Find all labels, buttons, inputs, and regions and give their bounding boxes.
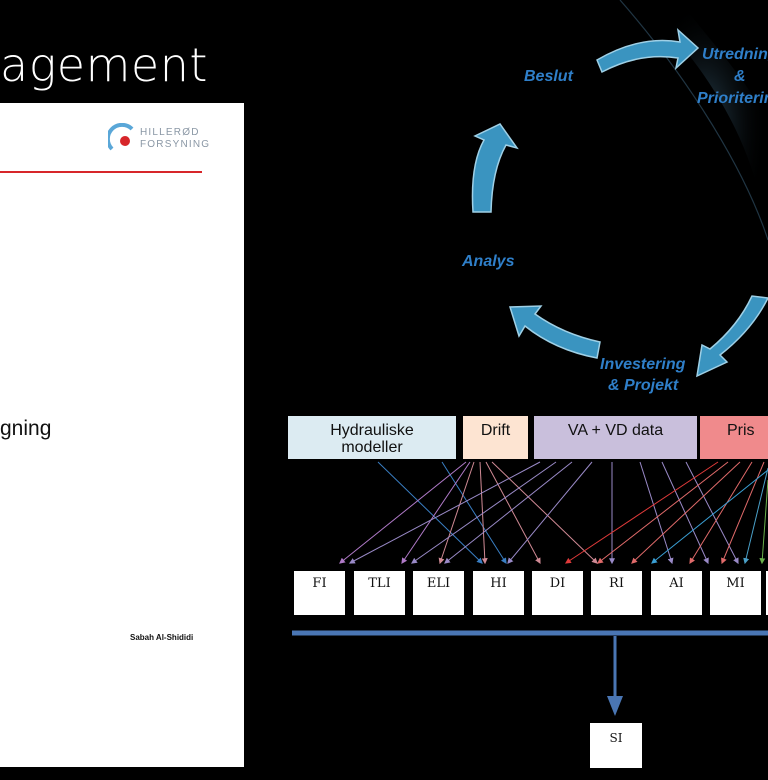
cycle-label-prioritering: Prioritering [697,90,768,107]
source-label: VA + VD data [567,422,664,439]
cycle-label-utredning: Utredning [702,46,768,63]
connector-arrow [759,479,768,565]
source-box-va-vd-data: VA + VD data [534,416,697,459]
connector-arrow [661,461,709,565]
indicator-box-ai: AI [651,571,702,615]
indicator-box-fi: FI [294,571,345,615]
connector-arrow [685,461,739,565]
connector-arrow [444,461,573,564]
indicator-box-eli: ELI [413,571,464,615]
indicator-box-di: DI [532,571,583,615]
connector-arrow [507,461,593,564]
cycle-label-beslut: Beslut [524,68,573,85]
indicator-box-tli: TLI [354,571,405,615]
connector-arrow [597,461,729,564]
cycle-arrow-left-up [471,123,519,213]
source-box-drift: Drift [463,416,528,459]
indicator-box-hi: HI [473,571,524,615]
indicator-box-mi: MI [710,571,761,615]
connector-arrow [631,461,741,564]
connector-arrow [401,461,471,564]
cycle-label-projekt: & Projekt [608,377,679,394]
connector-lines [339,461,768,565]
connector-arrow [651,469,768,564]
indicator-box-ri: RI [591,571,642,615]
source-box-pris: Pris [700,416,768,459]
source-label: Drift [480,422,511,439]
connector-arrow [441,461,507,565]
connector-arrow [639,461,674,565]
cycle-label-ampersand: & [734,68,746,85]
bus-to-si-arrowhead [607,696,623,716]
source-box-hydrauliske-modeller: Hydrauliske modeller [288,416,456,459]
cycle-label-investering: Investering [600,356,686,373]
connector-arrow [743,467,768,565]
source-label-line-1: Hydrauliske [330,422,414,439]
connector-arrow [485,461,541,565]
cycle-arrow-top [596,28,700,74]
background-sweep [640,0,768,250]
cycle-arrow-bottom-left [508,305,601,359]
summary-index-box: SI [590,723,642,768]
connector-arrow [377,461,483,564]
connector-arrow [339,461,467,564]
cycle-label-analys: Analys [462,253,515,270]
cycle-arrow-bottom-right [696,295,768,378]
connector-arrow [565,461,719,564]
source-label: Pris [727,422,755,439]
source-label-line-2: modeller [341,439,403,456]
